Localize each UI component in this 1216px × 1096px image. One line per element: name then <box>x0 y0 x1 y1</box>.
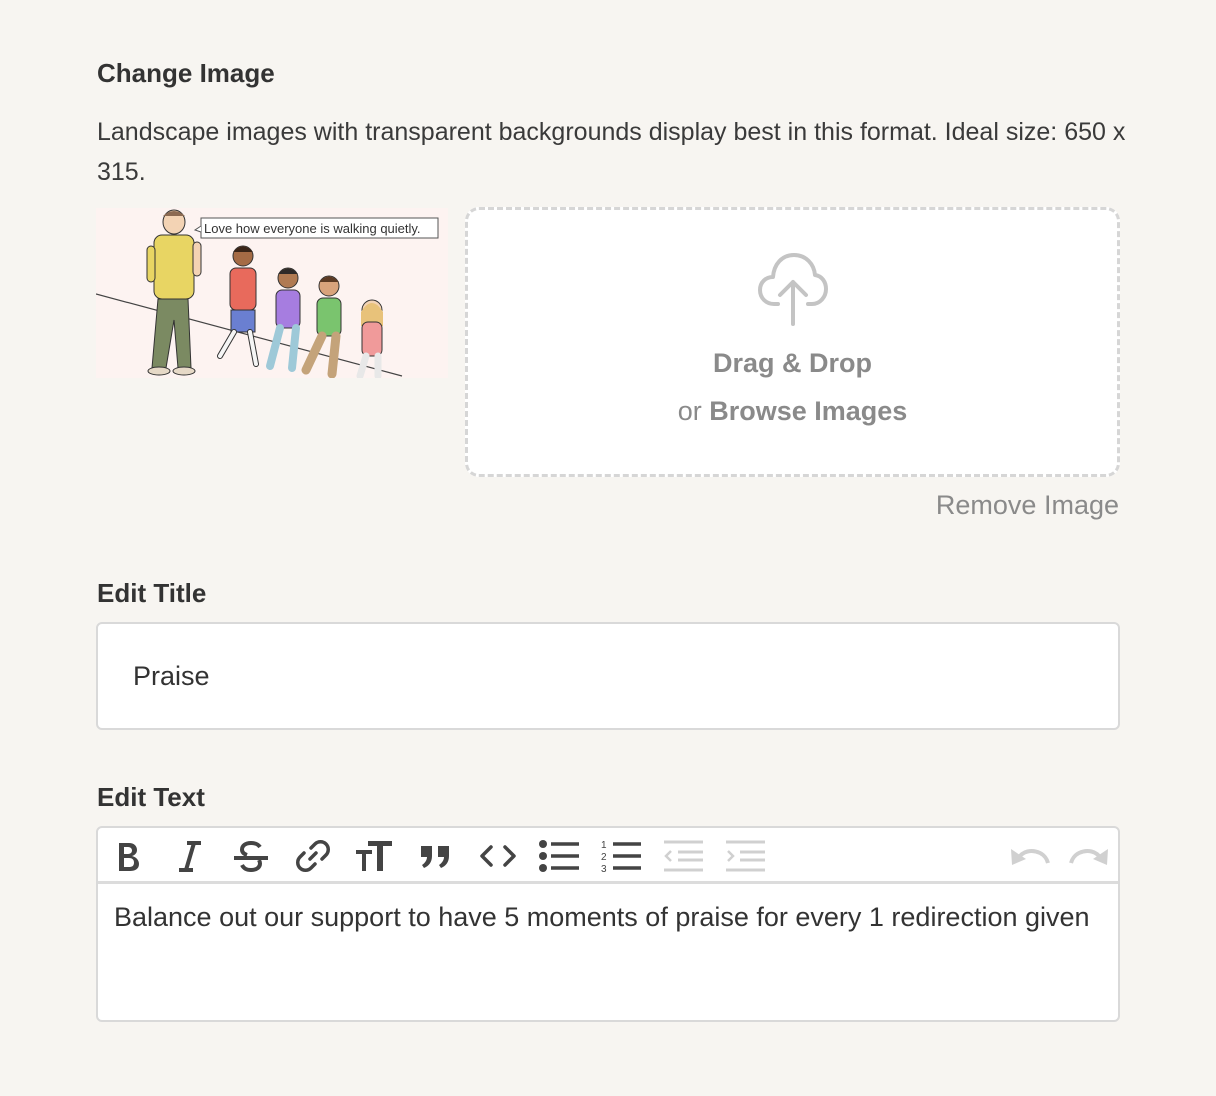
bullet-list-button[interactable] <box>537 834 581 878</box>
heading-icon <box>356 841 392 871</box>
code-button[interactable] <box>476 834 520 878</box>
walking-illustration: Love how everyone is walking quietly. <box>96 208 448 378</box>
italic-button[interactable] <box>168 834 212 878</box>
image-thumbnail: Love how everyone is walking quietly. <box>96 208 448 378</box>
bullet-list-icon <box>539 840 579 872</box>
svg-text:1: 1 <box>601 840 607 851</box>
quote-button[interactable] <box>414 834 458 878</box>
browse-images-link[interactable]: Browse Images <box>709 396 907 426</box>
italic-icon <box>179 841 201 872</box>
bold-button[interactable] <box>106 834 150 878</box>
quote-icon <box>421 846 449 868</box>
editor-content[interactable]: Balance out our support to have 5 moment… <box>98 884 1118 950</box>
undo-icon <box>1011 849 1050 865</box>
change-image-label: Change Image <box>97 58 275 88</box>
numbered-list-button[interactable]: 1 2 3 <box>599 834 643 878</box>
numbered-list-icon: 1 2 3 <box>601 840 641 874</box>
increase-indent-button[interactable] <box>723 834 767 878</box>
cloud-upload-icon <box>758 253 828 326</box>
bold-icon <box>119 843 139 871</box>
svg-text:2: 2 <box>601 852 607 863</box>
image-help-text: Landscape images with transparent backgr… <box>97 118 1126 186</box>
strikethrough-button[interactable] <box>229 834 273 878</box>
strikethrough-icon <box>234 840 268 873</box>
edit-title-label: Edit Title <box>97 578 207 608</box>
image-dropzone[interactable]: Drag & Drop or Browse Images <box>465 207 1120 477</box>
svg-text:3: 3 <box>601 864 607 874</box>
editor-toolbar: 1 2 3 <box>98 828 1118 884</box>
decrease-indent-button[interactable] <box>661 834 705 878</box>
rich-text-editor: 1 2 3 Balance out our support to have 5 … <box>96 826 1120 1022</box>
increase-indent-icon <box>726 840 765 872</box>
dropzone-or-text: or <box>677 396 702 426</box>
link-icon <box>296 840 330 872</box>
heading-button[interactable] <box>352 834 396 878</box>
decrease-indent-icon <box>664 840 703 872</box>
undo-button[interactable] <box>1007 834 1051 878</box>
code-icon <box>480 845 516 867</box>
dropzone-subtitle: or Browse Images <box>468 396 1117 427</box>
thumbnail-caption: Love how everyone is walking quietly. <box>204 221 421 236</box>
dropzone-title: Drag & Drop <box>712 348 872 378</box>
title-input[interactable] <box>96 622 1120 730</box>
edit-text-label: Edit Text <box>97 782 205 812</box>
remove-image-link[interactable]: Remove Image <box>936 490 1119 521</box>
redo-button[interactable] <box>1068 834 1112 878</box>
link-button[interactable] <box>291 834 335 878</box>
redo-icon <box>1069 849 1108 865</box>
